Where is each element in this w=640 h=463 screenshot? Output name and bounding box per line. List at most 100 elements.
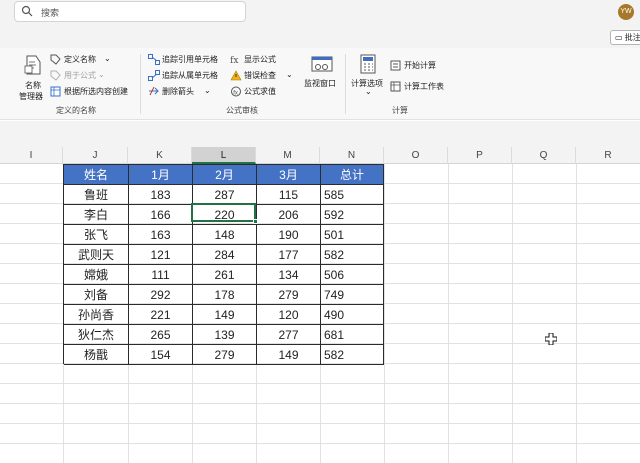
table-name-cell[interactable]: 狄仁杰 — [64, 325, 129, 345]
table-value-cell[interactable]: 490 — [321, 305, 384, 325]
table-value-cell[interactable]: 506 — [321, 265, 384, 285]
table-value-cell[interactable]: 177 — [257, 245, 321, 265]
table-value-cell[interactable]: 749 — [321, 285, 384, 305]
trace-dependents-button[interactable]: 追踪从属单元格 — [148, 70, 226, 82]
table-value-cell[interactable]: 166 — [129, 205, 193, 225]
table-name-cell[interactable]: 李白 — [64, 205, 129, 225]
data-table: 姓名 1月 2月 3月 总计 鲁班 183 287 115 585 李白 166 220 206… — [63, 164, 384, 365]
error-checking-button[interactable]: 错误检查 ⌄ — [230, 70, 294, 82]
remove-arrows-label: 删除箭头 — [162, 87, 194, 96]
comment-icon: ▭ — [615, 33, 623, 42]
column-header-o[interactable]: O — [384, 147, 448, 164]
table-value-cell[interactable]: 154 — [129, 345, 193, 365]
table-value-cell[interactable]: 206 — [257, 205, 321, 225]
table-value-cell[interactable]: 120 — [257, 305, 321, 325]
name-manager-button[interactable]: 名称 管理器 — [16, 52, 48, 102]
column-header-j[interactable]: J — [63, 147, 128, 164]
ribbon-separator — [140, 54, 141, 114]
table-value-cell[interactable]: 582 — [321, 245, 384, 265]
create-from-selection-button[interactable]: 根据所选内容创建 — [50, 86, 135, 98]
table-value-cell[interactable]: 284 — [193, 245, 257, 265]
calculate-sheet-button[interactable]: 计算工作表 — [390, 81, 450, 93]
evaluate-formula-button[interactable]: fx 公式求值 — [230, 86, 290, 98]
gridline — [0, 443, 640, 444]
table-value-cell[interactable]: 178 — [193, 285, 257, 305]
table-value-cell[interactable]: 149 — [257, 345, 321, 365]
column-header-r[interactable]: R — [576, 147, 640, 164]
fill-handle[interactable] — [253, 219, 258, 224]
table-value-cell[interactable]: 115 — [257, 185, 321, 205]
column-header-n[interactable]: N — [320, 147, 384, 164]
table-header-cell[interactable]: 1月 — [129, 165, 193, 185]
use-in-formula-button[interactable]: 用于公式 ⌄ — [50, 70, 120, 82]
table-value-cell[interactable]: 261 — [193, 265, 257, 285]
search-box[interactable]: 搜索 — [14, 1, 246, 22]
table-value-cell[interactable]: 265 — [129, 325, 193, 345]
gridline — [0, 403, 640, 404]
table-value-cell[interactable]: 121 — [129, 245, 193, 265]
table-value-cell[interactable]: 279 — [257, 285, 321, 305]
table-name-cell[interactable]: 杨戬 — [64, 345, 129, 365]
column-header-p[interactable]: P — [448, 147, 512, 164]
table-name-cell[interactable]: 嫦娥 — [64, 265, 129, 285]
calculate-sheet-icon — [390, 81, 401, 92]
table-value-cell[interactable]: 183 — [129, 185, 193, 205]
show-formulas-button[interactable]: fx 显示公式 — [230, 54, 290, 66]
table-header-cell[interactable]: 姓名 — [64, 165, 129, 185]
table-value-cell[interactable]: 287 — [193, 185, 257, 205]
comment-button[interactable]: ▭ 批注 — [610, 30, 640, 45]
tag-icon — [50, 54, 61, 65]
search-icon — [21, 5, 33, 17]
evaluate-formula-label: 公式求值 — [244, 87, 276, 96]
table-value-cell[interactable]: 220 — [193, 205, 257, 225]
calculate-now-button[interactable]: 开始计算 — [390, 60, 450, 72]
column-header-m[interactable]: M — [256, 147, 320, 164]
formula-bar-area — [0, 121, 640, 147]
define-name-button[interactable]: 定义名称 ⌄ — [50, 54, 120, 66]
ribbon-separator — [345, 54, 346, 114]
tag-icon — [50, 70, 61, 81]
table-header-cell[interactable]: 3月 — [257, 165, 321, 185]
table-value-cell[interactable]: 501 — [321, 225, 384, 245]
table-name-cell[interactable]: 刘备 — [64, 285, 129, 305]
table-name-cell[interactable]: 张飞 — [64, 225, 129, 245]
table-value-cell[interactable]: 148 — [193, 225, 257, 245]
table-name-cell[interactable]: 孙尚香 — [64, 305, 129, 325]
chevron-down-icon: ⌄ — [98, 70, 105, 79]
table-value-cell[interactable]: 681 — [321, 325, 384, 345]
error-checking-label: 错误检查 — [244, 71, 276, 80]
trace-dependents-label: 追踪从属单元格 — [162, 71, 218, 80]
table-name-cell[interactable]: 武则天 — [64, 245, 129, 265]
trace-precedents-icon — [148, 54, 160, 65]
table-value-cell[interactable]: 279 — [193, 345, 257, 365]
column-header-q[interactable]: Q — [512, 147, 576, 164]
trace-precedents-button[interactable]: 追踪引用单元格 — [148, 54, 226, 66]
table-value-cell[interactable]: 292 — [129, 285, 193, 305]
table-value-cell[interactable]: 163 — [129, 225, 193, 245]
table-value-cell[interactable]: 149 — [193, 305, 257, 325]
name-manager-icon — [24, 55, 41, 75]
table-value-cell[interactable]: 582 — [321, 345, 384, 365]
calculation-options-button[interactable]: 计算选项 ⌄ — [349, 54, 387, 100]
table-value-cell[interactable]: 139 — [193, 325, 257, 345]
table-value-cell[interactable]: 592 — [321, 205, 384, 225]
table-name-cell[interactable]: 鲁班 — [64, 185, 129, 205]
column-header-k[interactable]: K — [128, 147, 192, 164]
column-header-i[interactable]: I — [0, 147, 63, 164]
table-value-cell[interactable]: 277 — [257, 325, 321, 345]
calculator-icon — [360, 54, 376, 74]
table-header-cell[interactable]: 2月 — [193, 165, 257, 185]
column-header-l[interactable]: L — [192, 147, 256, 164]
table-value-cell[interactable]: 190 — [257, 225, 321, 245]
calculation-group-label: 计算 — [392, 106, 408, 115]
table-header-cell[interactable]: 总计 — [321, 165, 384, 185]
search-placeholder: 搜索 — [41, 8, 60, 18]
watch-window-button[interactable]: 监视窗口 — [302, 54, 342, 100]
table-value-cell[interactable]: 221 — [129, 305, 193, 325]
avatar[interactable]: YW — [618, 4, 634, 20]
table-value-cell[interactable]: 111 — [129, 265, 193, 285]
title-bar: 搜索 YW — [0, 0, 640, 26]
remove-arrows-button[interactable]: 删除箭头 ⌄ — [148, 86, 213, 98]
table-value-cell[interactable]: 134 — [257, 265, 321, 285]
table-value-cell[interactable]: 585 — [321, 185, 384, 205]
